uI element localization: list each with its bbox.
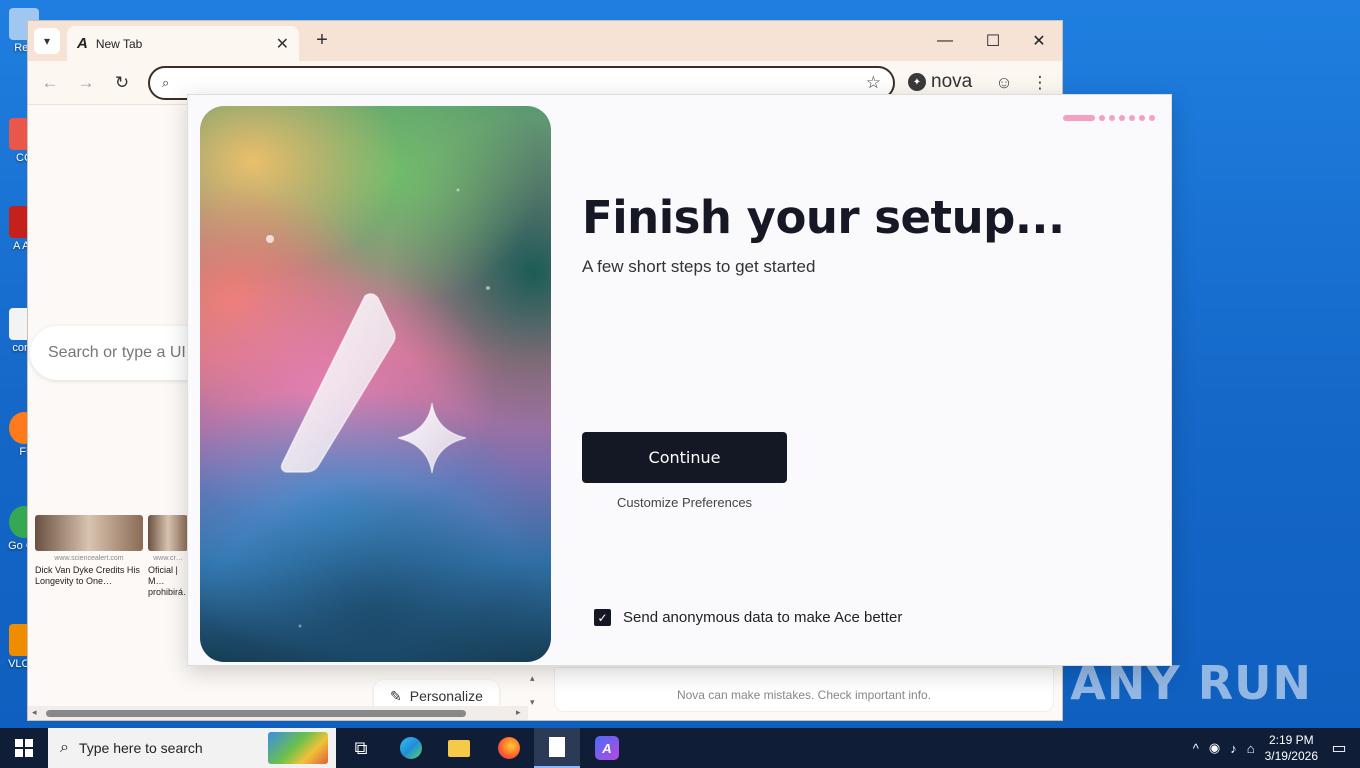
start-button[interactable]: [0, 728, 48, 768]
tab-bar: ▾ A New Tab ✕ + — ☐ ✕: [28, 21, 1062, 61]
task-view-icon[interactable]: ⧉: [338, 728, 384, 768]
nova-disclaimer: Nova can make mistakes. Check important …: [554, 667, 1054, 712]
maximize-button[interactable]: ☐: [970, 21, 1016, 61]
onboarding-dialog: Finish your setup... A few short steps t…: [187, 94, 1172, 666]
scroll-right-arrow-icon[interactable]: ▸: [516, 707, 521, 718]
network-icon[interactable]: ⌂: [1247, 741, 1255, 756]
system-tray: ^ ◉ ♪ ⌂ 2:19 PM 3/19/2026: [1193, 728, 1318, 768]
consent-checkbox[interactable]: ✓: [594, 609, 611, 626]
forward-arrow-icon[interactable]: →: [74, 71, 98, 95]
profile-icon[interactable]: ☺: [993, 72, 1015, 94]
clock-time: 2:19 PM: [1268, 733, 1314, 747]
continue-button[interactable]: Continue: [582, 432, 787, 483]
search-icon: ⌕: [162, 75, 170, 90]
progress-step: [1139, 115, 1145, 121]
news-card[interactable]: www.sciencealert.com Dick Van Dyke Credi…: [35, 515, 143, 587]
hero-image: [200, 106, 551, 662]
page-subtitle: A few short steps to get started: [582, 257, 816, 276]
close-window-button[interactable]: ✕: [1016, 21, 1062, 61]
consent-option[interactable]: ✓ Send anonymous data to make Ace better: [594, 609, 902, 626]
news-source: www.sciencealert.com: [54, 555, 124, 562]
minimize-button[interactable]: —: [922, 21, 968, 61]
back-arrow-icon[interactable]: ←: [38, 71, 62, 95]
setup-progress: [1063, 115, 1155, 121]
taskbar-search[interactable]: ⌕ Type here to search: [48, 728, 336, 768]
taskbar: ⌕ Type here to search ⧉ A ^ ◉ ♪ ⌂ 2:19 P…: [0, 728, 1360, 768]
progress-step: [1119, 115, 1125, 121]
horizontal-scrollbar[interactable]: ◂ ▸: [28, 706, 528, 720]
volume-icon[interactable]: ♪: [1230, 741, 1237, 756]
notepad-icon[interactable]: [534, 728, 580, 768]
nova-sparkle-icon: ✦: [908, 73, 926, 91]
windows-logo-icon: [15, 739, 33, 757]
disclaimer-text: Nova can make mistakes. Check important …: [676, 688, 932, 702]
news-title: Dick Van Dyke Credits His Longevity to O…: [35, 565, 140, 586]
news-source: www.cr…: [153, 555, 183, 562]
address-input[interactable]: [179, 75, 866, 91]
page-title: Finish your setup...: [582, 191, 1065, 244]
progress-step: [1129, 115, 1135, 121]
clock[interactable]: 2:19 PM 3/19/2026: [1265, 732, 1318, 764]
notification-icon[interactable]: ▭: [1318, 728, 1360, 768]
news-title: Oficial | M… prohibirá…: [148, 565, 188, 597]
scroll-down-arrow-icon[interactable]: ▾: [530, 697, 535, 708]
file-explorer-icon[interactable]: [436, 728, 482, 768]
ace-browser-icon[interactable]: A: [584, 728, 630, 768]
progress-step: [1099, 115, 1105, 121]
more-menu-icon[interactable]: ⋮: [1029, 72, 1051, 94]
scroll-up-arrow-icon[interactable]: ▴: [530, 673, 535, 684]
meet-now-icon[interactable]: ◉: [1209, 740, 1220, 756]
taskbar-search-placeholder: Type here to search: [78, 740, 203, 756]
new-tab-button[interactable]: +: [310, 29, 334, 52]
bookmark-star-icon[interactable]: ☆: [866, 73, 881, 93]
search-icon: ⌕: [60, 739, 69, 756]
scrollbar-thumb[interactable]: [46, 710, 466, 717]
consent-label: Send anonymous data to make Ace better: [623, 609, 903, 626]
progress-step: [1149, 115, 1155, 121]
nova-button[interactable]: ✦ nova: [908, 71, 972, 93]
ace-logo-icon: [266, 188, 490, 628]
tab-new-tab[interactable]: A New Tab ✕: [67, 26, 299, 61]
chevron-up-icon[interactable]: ^: [1193, 741, 1199, 756]
page-search-placeholder: Search or type a UI: [48, 344, 186, 361]
firefox-icon[interactable]: [486, 728, 532, 768]
tab-search-button[interactable]: ▾: [34, 28, 60, 54]
reload-icon[interactable]: ↻: [110, 71, 134, 95]
ace-logo-icon: A: [77, 35, 88, 52]
search-highlight-image: [268, 732, 328, 764]
news-thumbnail: [148, 515, 188, 551]
edge-icon[interactable]: [388, 728, 434, 768]
scroll-left-arrow-icon[interactable]: ◂: [32, 707, 37, 718]
close-tab-icon[interactable]: ✕: [276, 34, 289, 54]
customize-preferences-link[interactable]: Customize Preferences: [582, 495, 787, 510]
news-card[interactable]: www.cr… Oficial | M… prohibirá…: [148, 515, 188, 598]
tab-title: New Tab: [95, 36, 143, 51]
nova-label: nova: [931, 71, 973, 92]
personalize-icon: ✎: [390, 687, 402, 704]
personalize-label: Personalize: [409, 688, 483, 704]
news-thumbnail: [35, 515, 143, 551]
progress-step-active: [1063, 115, 1095, 121]
chevron-down-icon: ▾: [43, 34, 51, 48]
clock-date: 3/19/2026: [1264, 749, 1318, 763]
progress-step: [1109, 115, 1115, 121]
